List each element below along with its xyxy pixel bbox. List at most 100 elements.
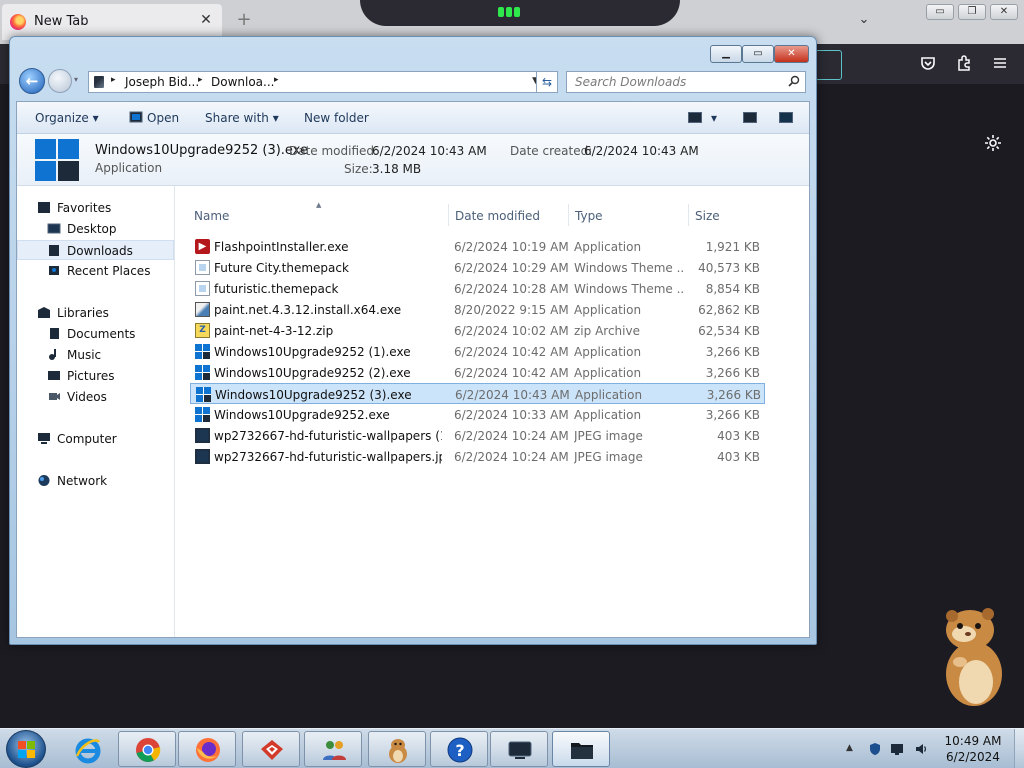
taskbar-button[interactable] (490, 731, 548, 767)
organize-button[interactable]: Organize ▾ (35, 111, 99, 125)
file-date-modified: 8/20/2022 9:15 AM (454, 303, 569, 317)
file-size: 3,266 KB (705, 345, 760, 359)
search-input[interactable]: Search Downloads (566, 71, 806, 93)
forward-button[interactable] (48, 69, 72, 93)
file-list: ▲ Name Date modified Type Size ▶ Flashpoi… (176, 186, 809, 637)
column-divider[interactable] (568, 204, 569, 226)
taskbar-button[interactable] (118, 731, 176, 767)
share-with-button[interactable]: Share with ▾ (205, 111, 279, 125)
show-desktop-button[interactable] (1014, 729, 1024, 768)
taskbar-button[interactable] (178, 731, 236, 767)
breadcrumb-separator[interactable]: ▸ (111, 75, 116, 85)
new-folder-button[interactable]: New folder (304, 111, 369, 125)
nav-network[interactable]: Network (17, 471, 174, 491)
file-size: 3,266 KB (706, 388, 761, 402)
firefox-tab-new-tab[interactable]: New Tab ✕ (2, 4, 222, 40)
view-options-dropdown[interactable]: ▾ (711, 111, 717, 125)
file-type: Windows Theme ... (574, 282, 684, 296)
taskbar-button[interactable] (58, 731, 116, 767)
nav-music[interactable]: Music (17, 345, 174, 365)
zip-icon: Z (195, 323, 210, 338)
gear-icon[interactable] (982, 133, 1004, 155)
file-row[interactable]: futuristic.themepack 6/2/2024 10:28 AM Win… (190, 278, 765, 299)
file-type: Application (574, 303, 642, 317)
file-row[interactable]: Windows10Upgrade9252 (3).exe 6/2/2024 10:… (190, 383, 765, 404)
change-view-icon[interactable] (688, 112, 702, 123)
file-type: JPEG image (574, 450, 643, 464)
column-header-date-modified[interactable]: Date modified (455, 209, 540, 223)
back-button[interactable]: ← (19, 68, 45, 94)
address-bar[interactable]: ▸ Joseph Bid... ▸ Downloa... ▸ ▼ (88, 71, 544, 93)
file-row[interactable]: Windows10Upgrade9252 (1).exe 6/2/2024 10:… (190, 341, 765, 362)
refresh-icon[interactable]: ⇆ (536, 71, 558, 93)
paintnet-icon (195, 302, 210, 317)
nav-recent-places[interactable]: Recent Places (17, 261, 174, 281)
nav-libraries[interactable]: Libraries (17, 303, 174, 323)
firefox-restore-button[interactable]: ❐ (958, 4, 986, 20)
close-button[interactable]: ✕ (774, 45, 809, 63)
clock-date[interactable]: 6/2/2024 (940, 750, 1006, 764)
breadcrumb-separator[interactable]: ▸ (274, 75, 279, 85)
column-divider[interactable] (688, 204, 689, 226)
file-row[interactable]: ▶ FlashpointInstaller.exe 6/2/2024 10:19 A… (190, 236, 765, 257)
breadcrumb-downloads[interactable]: Downloa... (211, 75, 274, 89)
clock-time[interactable]: 10:49 AM (940, 734, 1006, 748)
file-row[interactable]: wp2732667-hd-futuristic-wallpapers.jpg 6/… (190, 446, 765, 467)
file-name: FlashpointInstaller.exe (214, 240, 349, 254)
file-row[interactable]: Windows10Upgrade9252.exe 6/2/2024 10:33 A… (190, 404, 765, 425)
breadcrumb-user[interactable]: Joseph Bid... (125, 75, 199, 89)
file-date-modified: 6/2/2024 10:02 AM (454, 324, 569, 338)
recent-pages-dropdown[interactable]: ▾ (74, 75, 78, 84)
preview-pane-icon[interactable] (743, 112, 757, 123)
file-row[interactable]: wp2732667-hd-futuristic-wallpapers (1).j… (190, 425, 765, 446)
nav-documents[interactable]: Documents (17, 324, 174, 344)
file-date-modified: 6/2/2024 10:42 AM (454, 366, 569, 380)
breadcrumb-separator[interactable]: ▸ (198, 75, 203, 85)
column-divider[interactable] (448, 204, 449, 226)
list-all-tabs-button[interactable]: ⌄ (856, 12, 872, 28)
windows-icon (35, 139, 81, 183)
column-header-size[interactable]: Size (695, 209, 720, 223)
file-row[interactable]: paint.net.4.3.12.install.x64.exe 8/20/202… (190, 299, 765, 320)
firefox-minimize-button[interactable]: ▭ (926, 4, 954, 20)
pocket-icon[interactable] (918, 54, 938, 74)
network-tray-icon[interactable] (890, 742, 904, 756)
taskbar-button[interactable] (552, 731, 610, 767)
volume-icon[interactable] (914, 742, 928, 756)
nav-pictures[interactable]: Pictures (17, 366, 174, 386)
tab-close-icon[interactable]: ✕ (198, 12, 214, 28)
menu-icon[interactable] (990, 54, 1010, 74)
maximize-button[interactable]: ▭ (742, 45, 774, 63)
nav-favorites[interactable]: Favorites (17, 198, 174, 218)
column-header-type[interactable]: Type (575, 209, 603, 223)
nav-desktop[interactable]: Desktop (17, 219, 174, 239)
monitor-icon (506, 736, 534, 764)
file-row[interactable]: Windows10Upgrade9252 (2).exe 6/2/2024 10:… (190, 362, 765, 383)
extensions-icon[interactable] (954, 54, 974, 74)
jpeg-icon (195, 428, 210, 443)
taskbar-button[interactable] (242, 731, 300, 767)
taskbar-button[interactable]: ? (430, 731, 488, 767)
column-header-name[interactable]: Name (194, 209, 229, 223)
nav-computer[interactable]: Computer (17, 429, 174, 449)
show-hidden-icons-button[interactable]: ▲ (846, 743, 853, 753)
search-icon[interactable] (788, 75, 800, 90)
file-date-modified: 6/2/2024 10:33 AM (454, 408, 569, 422)
new-tab-button[interactable]: + (234, 10, 254, 30)
nav-videos[interactable]: Videos (17, 387, 174, 407)
file-row[interactable]: Future City.themepack 6/2/2024 10:29 AM Wi… (190, 257, 765, 278)
libraries-icon (37, 306, 51, 319)
nav-downloads[interactable]: Downloads (17, 240, 174, 260)
firefox-close-button[interactable]: ✕ (990, 4, 1018, 20)
downloads-icon (47, 244, 61, 257)
security-shield-icon[interactable] (868, 742, 882, 756)
taskbar-button[interactable] (304, 731, 362, 767)
open-button[interactable]: Open (147, 111, 179, 125)
folder-icon (568, 736, 596, 764)
start-button[interactable] (6, 730, 46, 768)
file-date-modified: 6/2/2024 10:19 AM (454, 240, 569, 254)
taskbar-button[interactable] (368, 731, 426, 767)
help-icon[interactable] (779, 112, 793, 123)
file-row[interactable]: Zpaint-net-4-3-12.zip 6/2/2024 10:02 AM zi… (190, 320, 765, 341)
minimize-button[interactable]: ▁ (710, 45, 742, 63)
